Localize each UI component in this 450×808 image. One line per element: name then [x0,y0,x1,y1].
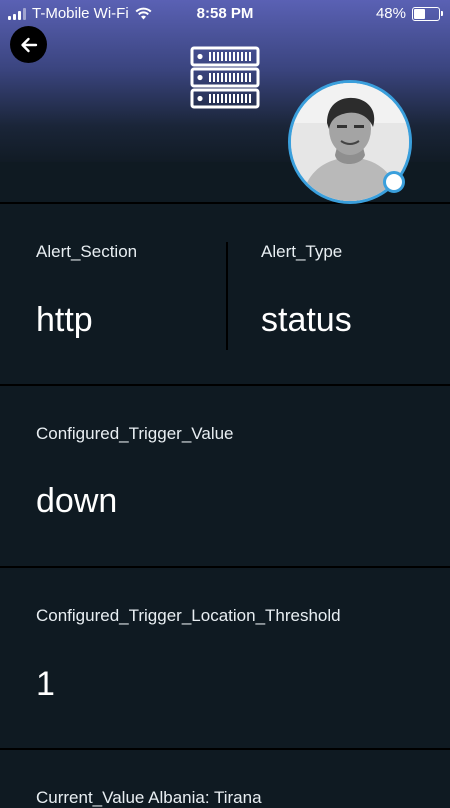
card-current-value: Current_Value Albania: Tirana [0,750,450,807]
alert-type-label: Alert_Type [261,242,343,261]
status-bar: T-Mobile Wi-Fi 8:58 PM 48% [0,0,450,26]
alert-type-value: status [261,301,352,339]
alert-section-value: http [36,301,93,339]
trigger-value-value: down [36,482,118,520]
location-threshold-value: 1 [36,665,55,703]
server-rack-icon [190,46,260,109]
column-divider [226,242,228,350]
battery-icon [412,6,443,21]
current-value-label: Current_Value Albania: Tirana [36,788,262,807]
location-threshold-label: Configured_Trigger_Location_Threshold [36,606,341,625]
arrow-left-icon [20,37,37,52]
card-alert-info: Alert_Section http Alert_Type status [0,204,450,386]
status-indicator [383,171,405,193]
card-trigger-value: Configured_Trigger_Value down [0,386,450,568]
back-button[interactable] [10,26,47,63]
trigger-value-label: Configured_Trigger_Value [36,424,234,443]
card-location-threshold: Configured_Trigger_Location_Threshold 1 [0,568,450,750]
alert-section-label: Alert_Section [36,242,138,261]
battery-percent: 48% [375,5,406,22]
